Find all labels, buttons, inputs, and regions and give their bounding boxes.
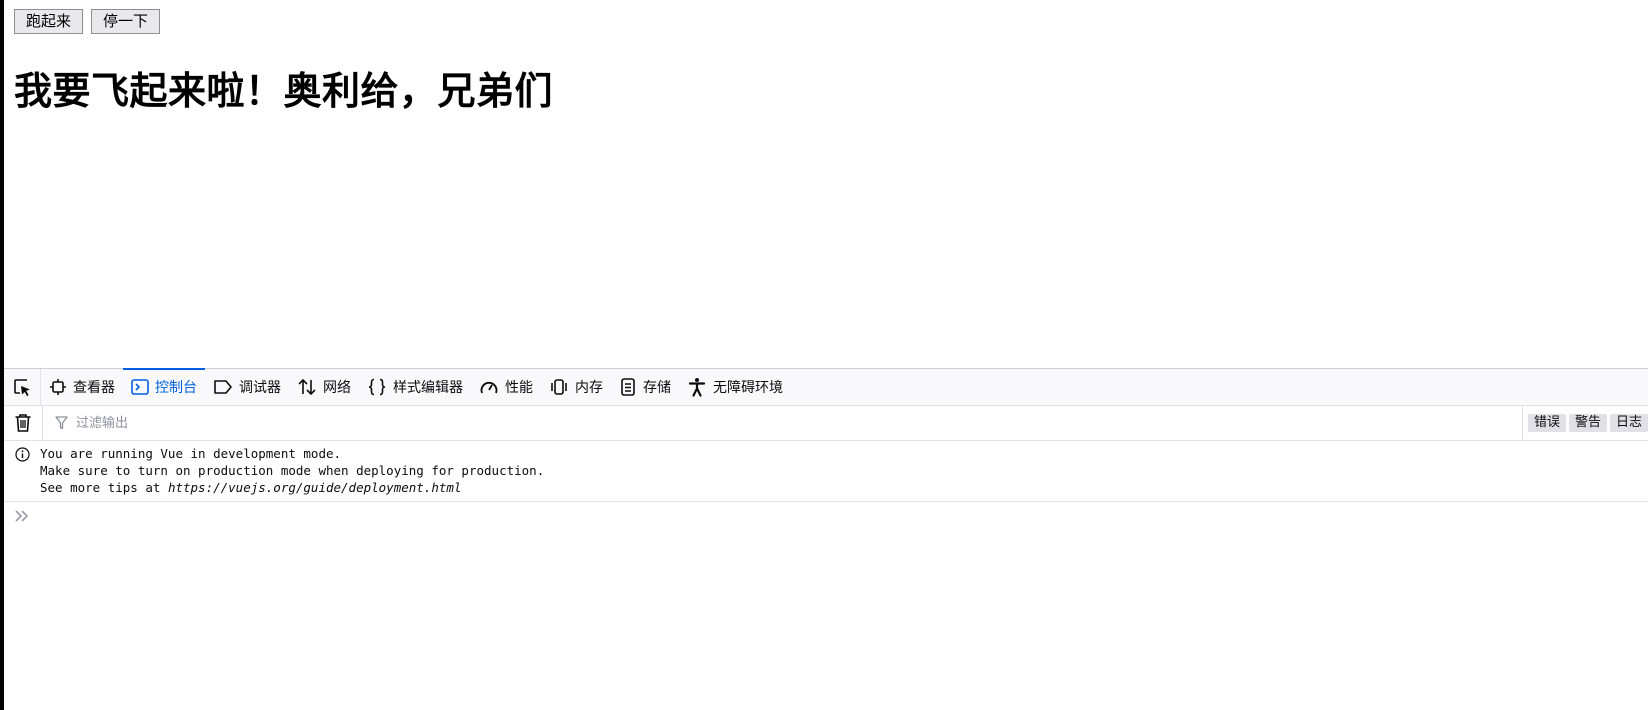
console-toolbar: 错误 警告 日志 <box>4 406 1648 441</box>
filter-area <box>43 414 1522 432</box>
console-input-row[interactable] <box>4 502 1648 530</box>
tab-label: 查看器 <box>73 380 115 396</box>
tab-inspector[interactable]: 查看器 <box>41 369 123 405</box>
tab-style-editor[interactable]: 样式编辑器 <box>359 369 471 405</box>
storage-icon <box>621 378 635 396</box>
info-icon-wrap <box>4 445 40 496</box>
tab-label: 内存 <box>575 380 603 396</box>
tab-label: 性能 <box>505 380 533 396</box>
memory-icon <box>551 379 567 395</box>
style-editor-icon <box>368 378 386 396</box>
console-message-text: You are running Vue in development mode.… <box>40 445 544 496</box>
tab-label: 样式编辑器 <box>393 380 463 396</box>
tab-debugger[interactable]: 调试器 <box>205 369 289 405</box>
log-level-filters: 错误 警告 日志 <box>1521 406 1648 440</box>
prompt-chevron-icon <box>15 510 29 522</box>
element-picker-icon <box>14 379 30 397</box>
message-line: You are running Vue in development mode. <box>40 446 342 461</box>
performance-icon <box>480 381 498 394</box>
message-link[interactable]: https://vuejs.org/guide/deployment.html <box>168 480 462 495</box>
tab-storage[interactable]: 存储 <box>611 369 679 405</box>
inspector-icon <box>50 379 66 395</box>
prompt-icon-wrap <box>4 509 40 523</box>
devtools-panel: 查看器 控制台 调试器 网络 样式编辑器 性能 内存 存储 无障碍环境 过滤输出… <box>4 368 1648 710</box>
tab-label: 存储 <box>643 380 671 396</box>
filter-warnings-button[interactable]: 警告 <box>1568 414 1607 432</box>
tab-label: 控制台 <box>155 380 197 396</box>
trash-icon <box>15 414 31 432</box>
tab-accessibility[interactable]: 无障碍环境 <box>679 369 791 405</box>
tab-console[interactable]: 控制台 <box>123 368 205 405</box>
message-prefix: See more tips at <box>40 480 168 495</box>
console-icon <box>131 379 149 395</box>
tab-label: 无障碍环境 <box>713 380 783 396</box>
page-content: 跑起来 停一下 我要飞起来啦！奥利给，兄弟们 <box>4 0 1648 368</box>
info-icon <box>14 447 30 462</box>
debugger-icon <box>214 380 232 394</box>
clear-console-button[interactable] <box>4 406 43 440</box>
filter-logs-button[interactable]: 日志 <box>1609 414 1648 432</box>
browser-frame: 跑起来 停一下 我要飞起来啦！奥利给，兄弟们 查看器 控制台 调试器 网络 样式… <box>0 0 1648 710</box>
run-button[interactable]: 跑起来 <box>14 9 84 34</box>
network-icon <box>298 378 316 396</box>
tab-label: 调试器 <box>239 380 281 396</box>
tab-label: 网络 <box>323 380 351 396</box>
stop-button[interactable]: 停一下 <box>91 9 161 34</box>
button-row: 跑起来 停一下 <box>14 9 161 34</box>
console-message: You are running Vue in development mode.… <box>4 441 1648 502</box>
tab-performance[interactable]: 性能 <box>471 369 541 405</box>
page-title: 我要飞起来啦！奥利给，兄弟们 <box>14 69 554 113</box>
tab-memory[interactable]: 内存 <box>541 369 611 405</box>
element-picker-button[interactable] <box>4 369 41 405</box>
message-line: Make sure to turn on production mode whe… <box>40 463 545 478</box>
filter-input[interactable] <box>74 414 478 432</box>
accessibility-icon <box>688 378 706 397</box>
filter-errors-button[interactable]: 错误 <box>1527 414 1566 432</box>
tab-network[interactable]: 网络 <box>289 369 359 405</box>
message-line: See more tips at https://vuejs.org/guide… <box>40 479 544 496</box>
filter-icon <box>55 416 68 430</box>
devtools-tabbar: 查看器 控制台 调试器 网络 样式编辑器 性能 内存 存储 无障碍环境 <box>4 368 1648 406</box>
